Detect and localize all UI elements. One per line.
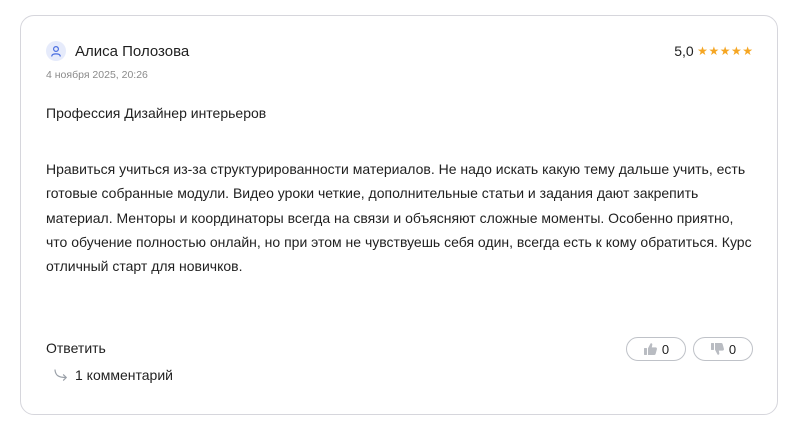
thumbs-down-icon [710,343,724,355]
author-name: Алиса Полозова [75,42,190,60]
star-icon: ★ [697,44,708,58]
dislike-count: 0 [728,341,737,357]
rating-stars: ★ ★ ★ ★ ★ [697,45,753,57]
avatar [46,41,66,61]
like-button[interactable]: 0 [626,337,686,361]
vote-buttons: 0 0 [619,337,753,361]
comments-toggle[interactable]: 1 комментарий [53,367,173,383]
reply-button[interactable]: Ответить [46,340,106,356]
review-text: Нравиться учиться из-за структурированно… [46,161,752,275]
reply-arrow-icon [54,369,67,381]
star-icon: ★ [719,44,731,58]
rating: 5,0 ★ ★ ★ ★ ★ [674,43,753,59]
author-row: Алиса Полозова [46,41,189,61]
review-card: Алиса Полозова 4 ноября 2025, 20:26 5,0 … [20,15,778,415]
profession-title: Профессия Дизайнер интерьеров [46,105,267,121]
thumbs-up-icon [643,343,657,355]
star-icon: ★ [730,44,742,58]
comments-count-label: 1 комментарий [75,367,173,383]
star-icon: ★ [742,44,753,58]
rating-value: 5,0 [674,43,694,59]
dislike-button[interactable]: 0 [693,337,753,361]
like-count: 0 [661,341,670,357]
star-icon: ★ [708,44,720,58]
user-icon [51,45,61,57]
review-date: 4 ноября 2025, 20:26 [46,69,148,81]
